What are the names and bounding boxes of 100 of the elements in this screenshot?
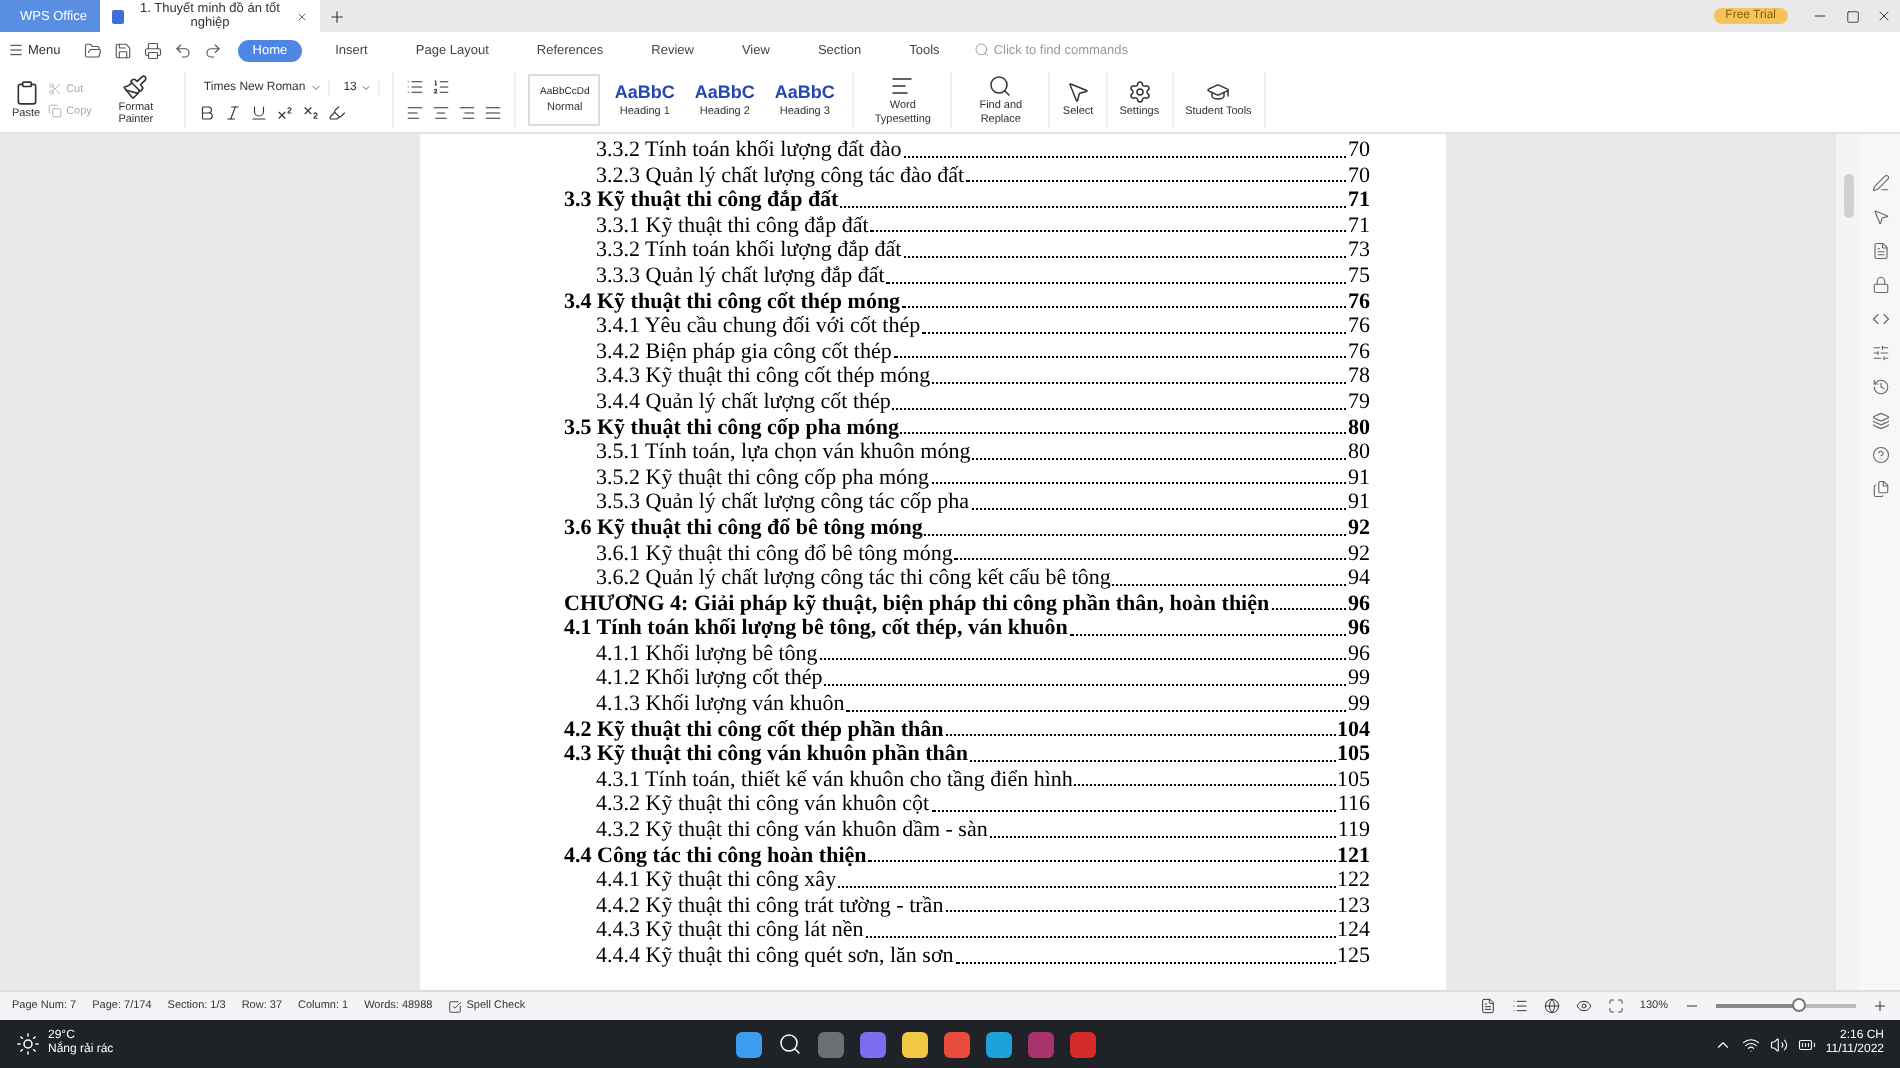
bullet-list-icon[interactable] — [406, 78, 425, 96]
toc-page-number: 116 — [1337, 792, 1370, 819]
fit-icon[interactable] — [1607, 998, 1624, 1014]
subscript-icon[interactable] — [301, 103, 320, 121]
toc-entry-title: 3.6.1 Kỹ thuật thi công đổ bê tông móng — [596, 541, 953, 567]
toc-page-number: 80 — [1348, 415, 1370, 441]
toc-page-number: 91 — [1348, 465, 1370, 491]
toc-entry-title: CHƯƠNG 4: Giải pháp kỹ thuật, biện pháp thi công phần thân, hoàn thiện — [564, 591, 1270, 617]
web-view-icon[interactable] — [1543, 998, 1560, 1014]
zoom-in-icon[interactable] — [1872, 998, 1888, 1014]
align-right-icon[interactable] — [458, 104, 477, 122]
toc-page-number: 121 — [1337, 843, 1370, 869]
toc-entry-title: 3.6.2 Quản lý chất lượng công tác thi công kết cấu bê tông — [596, 566, 1111, 592]
toc-page-number: 79 — [1348, 389, 1370, 416]
toc-entry-title: 4.4.3 Kỹ thuật thi công lát nền — [596, 918, 864, 944]
zoom-slider-thumb[interactable] — [1791, 998, 1806, 1012]
align-left-icon[interactable] — [406, 104, 425, 122]
sliders-icon[interactable] — [1871, 344, 1889, 362]
undo-icon[interactable] — [174, 41, 193, 59]
toc-page-number: 80 — [1348, 440, 1370, 466]
history-icon[interactable] — [1871, 378, 1889, 396]
toc-entry-title: 4.4.1 Kỹ thuật thi công xây — [596, 868, 837, 894]
toc-entry-title: 3.3.1 Kỹ thuật thi công đắp đất — [596, 213, 869, 239]
typesetting-icon[interactable] — [890, 74, 915, 99]
outline-view-icon[interactable] — [1511, 998, 1528, 1014]
toc-entry-title: 3.3.3 Quản lý chất lượng đắp đất — [596, 263, 885, 290]
toc-entry-title: 4.3 Kỹ thuật thi công ván khuôn phần thân — [564, 742, 969, 768]
toc-entry-title: 4.3.1 Tính toán, thiết kế ván khuôn cho tầng điển hình — [596, 767, 1073, 793]
toc-page-number: 105 — [1337, 767, 1370, 793]
toc-entry-title: 3.5.2 Kỹ thuật thi công cốp pha móng — [596, 465, 930, 491]
speaker-icon[interactable] — [1769, 1035, 1788, 1053]
search-icon[interactable] — [778, 1032, 802, 1056]
underline-icon[interactable] — [249, 103, 268, 121]
graduation-cap-icon[interactable] — [1206, 80, 1231, 105]
toc-entry-title: 4.1 Tính toán khối lượng bê tông, cốt thép, ván khuôn — [564, 616, 1068, 642]
print-icon[interactable] — [144, 41, 163, 59]
menu-icon — [8, 42, 24, 58]
scissors-icon — [48, 82, 63, 96]
weather-icon — [16, 1032, 40, 1056]
toc-entry-title: 4.3.2 Kỹ thuật thi công ván khuôn dầm - sàn — [596, 818, 988, 844]
settings-icon[interactable] — [1127, 80, 1152, 105]
layers-icon[interactable] — [1871, 412, 1889, 430]
toc-entry-title: 4.1.1 Khối lượng bê tông — [596, 641, 818, 667]
toc-page-number: 99 — [1348, 692, 1370, 718]
scrollbar-thumb[interactable] — [1843, 174, 1853, 218]
align-center-icon[interactable] — [432, 104, 451, 122]
help-icon[interactable] — [1871, 446, 1889, 464]
cursor-icon[interactable] — [1066, 80, 1091, 105]
toc-page-number: 75 — [1348, 263, 1370, 290]
toc-entry-title: 3.5.1 Tính toán, lựa chọn ván khuôn móng — [596, 440, 971, 466]
toc-entry-title: 3.4.1 Yêu cầu chung đối với cốt thép — [596, 314, 921, 340]
toc-page-number: 91 — [1348, 490, 1370, 516]
superscript-icon[interactable] — [275, 103, 294, 121]
lock-icon[interactable] — [1871, 276, 1889, 294]
toc-page-number: 92 — [1348, 541, 1370, 567]
italic-icon[interactable] — [223, 103, 242, 121]
save-icon[interactable] — [114, 41, 133, 59]
redo-icon[interactable] — [204, 41, 223, 59]
plus-icon — [327, 7, 345, 25]
scrollbar[interactable] — [1836, 134, 1860, 990]
toc-entry-title: 4.4.4 Kỹ thuật thi công quét sơn, lăn sơn — [596, 944, 954, 970]
paintbrush-icon — [122, 73, 149, 100]
toc-entry-title: 4.3.2 Kỹ thuật thi công ván khuôn cột — [596, 792, 930, 819]
document-icon — [112, 9, 124, 23]
eye-icon[interactable] — [1575, 998, 1592, 1014]
battery-icon[interactable] — [1797, 1035, 1816, 1053]
search-icon[interactable] — [988, 74, 1013, 99]
toc-page-number: 76 — [1348, 314, 1370, 340]
code-icon[interactable] — [1871, 310, 1889, 328]
files-icon[interactable] — [1871, 480, 1889, 498]
wifi-icon[interactable] — [1741, 1035, 1760, 1053]
toc-page-number: 119 — [1337, 818, 1370, 844]
checkbox-icon — [448, 999, 463, 1013]
toc-page-number: 125 — [1337, 944, 1370, 970]
toc-page-number: 96 — [1348, 616, 1370, 642]
page-view-icon[interactable] — [1479, 998, 1496, 1014]
toc-page-number: 99 — [1348, 666, 1370, 693]
toc-page-number: 78 — [1348, 364, 1370, 390]
toc-entry-title: 4.1.3 Khối lượng ván khuôn — [596, 692, 845, 718]
numbered-list-icon[interactable] — [432, 78, 451, 96]
toc-page-number: 124 — [1337, 918, 1370, 944]
search-icon — [973, 42, 990, 58]
toc-entry-title: 3.3 Kỹ thuật thi công đắp đất — [564, 188, 839, 214]
toc-page-number: 104 — [1337, 717, 1370, 743]
bold-icon[interactable] — [197, 103, 216, 121]
clipboard-icon — [13, 79, 40, 106]
toc-page-number: 122 — [1337, 868, 1370, 894]
toc-entry-title: 4.2 Kỹ thuật thi công cốt thép phần thân — [564, 717, 944, 743]
toc-entry-title: 3.3.2 Tính toán khối lượng đất đào — [596, 138, 902, 164]
pen-icon[interactable] — [1871, 174, 1889, 192]
highlighter-icon[interactable] — [327, 103, 346, 121]
copy-icon — [48, 104, 63, 118]
dropdown-icon — [360, 81, 373, 93]
toc-entry-title: 3.5.3 Quản lý chất lượng công tác cốp pha — [596, 490, 970, 516]
toc-entry-title: 3.5 Kỹ thuật thi công cốp pha móng — [564, 415, 899, 441]
toc-page-number: 123 — [1337, 893, 1370, 919]
document-icon[interactable] — [1871, 242, 1889, 260]
close-icon[interactable] — [296, 9, 308, 23]
justify-icon[interactable] — [484, 104, 503, 122]
toc-entry-title: 4.4 Công tác thi công hoàn thiện — [564, 843, 867, 869]
